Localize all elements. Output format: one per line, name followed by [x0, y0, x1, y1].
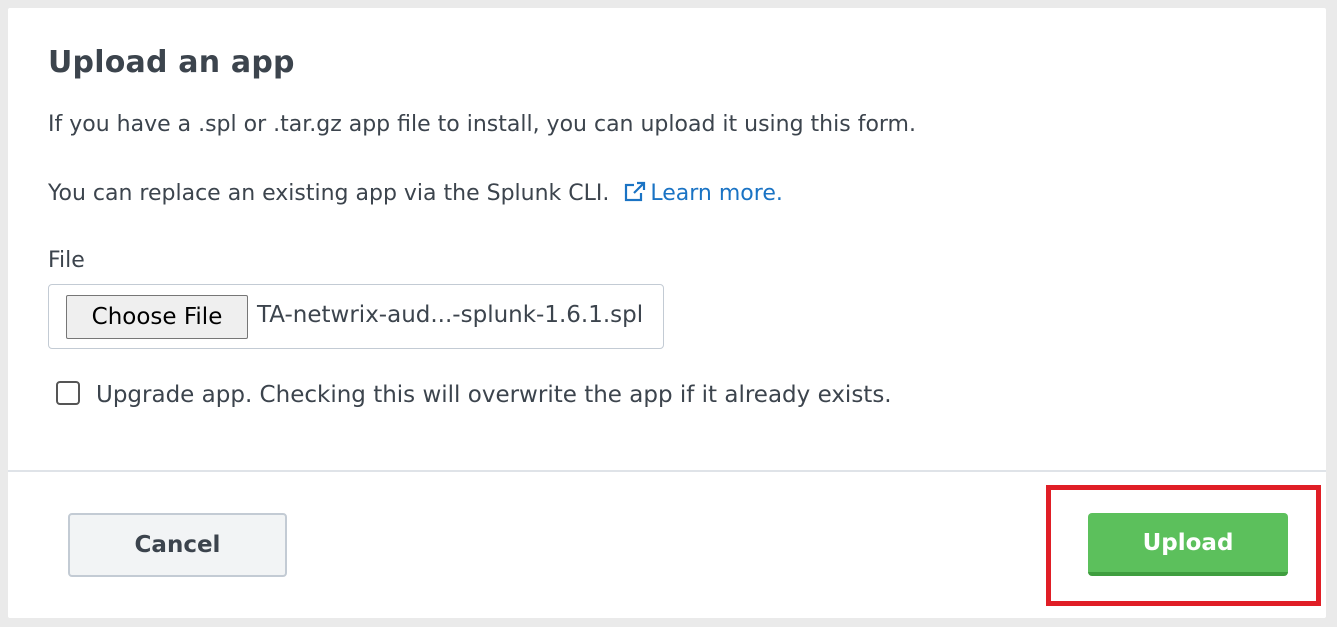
upgrade-app-label[interactable]: Upgrade app. Checking this will overwrit… — [96, 382, 892, 408]
learn-more-link[interactable]: Learn more. — [624, 181, 783, 206]
external-link-icon — [625, 181, 646, 202]
footer-divider — [8, 470, 1326, 472]
dialog-title: Upload an app — [48, 45, 295, 80]
selected-file-name: TA-netwrix-aud...-splunk-1.6.1.spl — [257, 302, 644, 328]
upload-app-dialog: Upload an app If you have a .spl or .tar… — [8, 8, 1326, 618]
file-input[interactable]: Choose File TA-netwrix-aud...-splunk-1.6… — [48, 284, 664, 349]
choose-file-button[interactable]: Choose File — [66, 295, 248, 339]
learn-more-label: Learn more. — [650, 181, 783, 206]
upload-description: If you have a .spl or .tar.gz app file t… — [48, 112, 916, 137]
upgrade-app-checkbox[interactable] — [56, 381, 80, 405]
cancel-button[interactable]: Cancel — [68, 513, 287, 577]
replace-description-row: You can replace an existing app via the … — [48, 181, 783, 206]
upload-button[interactable]: Upload — [1088, 513, 1288, 576]
replace-description: You can replace an existing app via the … — [48, 181, 610, 206]
file-label: File — [48, 248, 85, 273]
